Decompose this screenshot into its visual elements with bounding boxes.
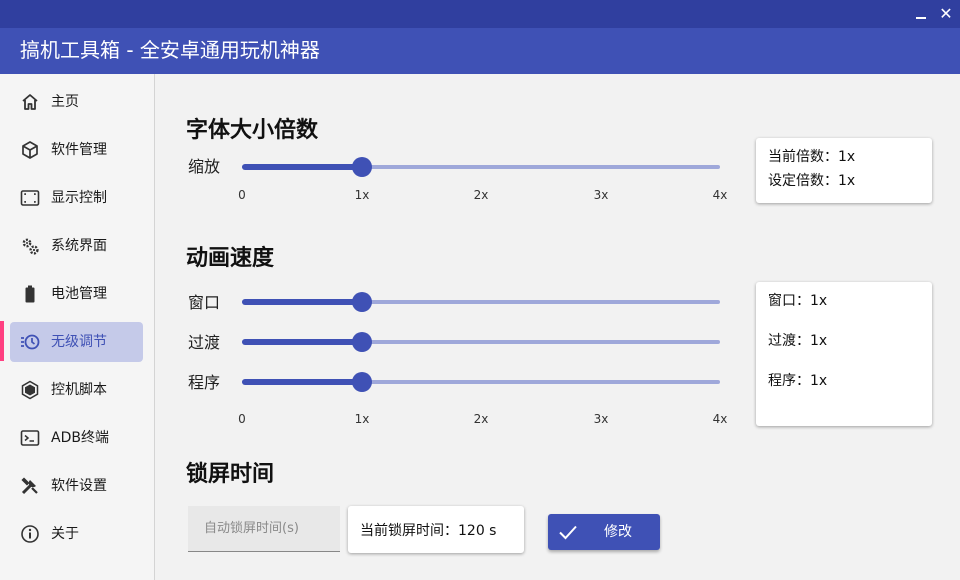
tick-label: 4x xyxy=(712,412,728,426)
tick-label: 0 xyxy=(238,412,246,426)
window-speed-text: 窗口：1x xyxy=(768,293,828,309)
window-animation-slider[interactable] xyxy=(242,290,720,314)
tools-icon xyxy=(21,477,38,495)
sidebar-item-software[interactable]: 软件管理 xyxy=(10,130,143,170)
sidebar-item-adb-terminal[interactable]: ADB终端 xyxy=(10,418,143,458)
transition-animation-label: 过渡 xyxy=(188,333,221,352)
sidebar-item-label: 显示控制 xyxy=(51,190,107,206)
slider-thumb[interactable] xyxy=(352,157,372,177)
tick-label: 2x xyxy=(473,412,489,426)
slider-thumb[interactable] xyxy=(352,372,372,392)
slider-fill xyxy=(242,339,362,345)
info-icon xyxy=(21,525,39,543)
window-animation-label: 窗口 xyxy=(188,293,221,312)
transition-animation-slider[interactable] xyxy=(242,330,720,354)
lock-screen-title: 锁屏时间 xyxy=(186,462,275,487)
tick-label: 3x xyxy=(593,188,609,202)
sidebar-item-stepless-adjust[interactable]: 无级调节 xyxy=(10,322,143,362)
modify-button-label: 修改 xyxy=(604,524,632,540)
font-scale-title: 字体大小倍数 xyxy=(186,118,319,143)
modify-button[interactable]: 修改 xyxy=(548,514,660,550)
sidebar-item-label: 关于 xyxy=(51,526,79,542)
tick-label: 0 xyxy=(238,188,246,202)
minimize-icon[interactable] xyxy=(910,4,932,24)
terminal-icon xyxy=(20,430,40,446)
font-scale-info-card: 当前倍数：1x 设定倍数：1x xyxy=(756,138,932,203)
tick-label: 1x xyxy=(354,412,370,426)
program-animation-slider[interactable] xyxy=(242,370,720,394)
animation-ticks: 0 1x 2x 3x 4x xyxy=(238,411,727,427)
font-scale-slider-label: 缩放 xyxy=(188,157,221,176)
sidebar-item-about[interactable]: 关于 xyxy=(10,514,143,554)
clock-speed-icon xyxy=(21,334,40,350)
tick-label: 1x xyxy=(354,188,370,202)
app-title: 搞机工具箱 - 全安卓通用玩机神器 xyxy=(20,38,320,62)
window-top-strip xyxy=(0,0,960,28)
animation-speed-title: 动画速度 xyxy=(186,246,275,271)
active-indicator xyxy=(0,321,4,361)
home-icon xyxy=(22,94,38,110)
close-icon[interactable]: ✕ xyxy=(935,4,957,24)
sidebar-item-scripts[interactable]: 控机脚本 xyxy=(10,370,143,410)
slider-fill xyxy=(242,299,362,305)
sidebar-item-label: 系统界面 xyxy=(51,238,107,254)
sidebar-item-display[interactable]: 显示控制 xyxy=(10,178,143,218)
tick-label: 3x xyxy=(593,412,609,426)
font-scale-ticks: 0 1x 2x 3x 4x xyxy=(238,187,727,203)
font-scale-slider[interactable] xyxy=(242,155,720,179)
sidebar-item-label: 控机脚本 xyxy=(51,382,107,398)
animation-info-card: 窗口：1x 过渡：1x 程序：1x xyxy=(756,282,932,426)
sidebar-item-label: 主页 xyxy=(51,94,79,110)
sidebar-item-home[interactable]: 主页 xyxy=(10,82,143,122)
gears-icon xyxy=(22,238,39,255)
sidebar-item-label: 软件设置 xyxy=(51,478,107,494)
set-scale-text: 设定倍数：1x xyxy=(768,173,856,189)
tick-label: 2x xyxy=(473,188,489,202)
current-scale-text: 当前倍数：1x xyxy=(768,149,856,165)
program-animation-label: 程序 xyxy=(188,373,221,392)
slider-thumb[interactable] xyxy=(352,332,372,352)
current-lock-time-text: 当前锁屏时间：120 s xyxy=(360,523,497,539)
current-lock-time-card: 当前锁屏时间：120 s xyxy=(348,506,524,553)
sidebar-item-label: 电池管理 xyxy=(51,286,107,302)
program-speed-text: 程序：1x xyxy=(768,373,828,389)
sidebar-item-label: 无级调节 xyxy=(51,334,107,350)
sidebar: 主页 软件管理 显示控制 系统界面 电池管理 无级调节 控机脚本 ADB终端 软… xyxy=(0,74,155,580)
check-icon xyxy=(559,525,577,540)
hexagon-icon xyxy=(21,380,39,400)
screen-frame-icon xyxy=(20,190,40,206)
slider-fill xyxy=(242,164,362,170)
title-bar: ✕ 搞机工具箱 - 全安卓通用玩机神器 xyxy=(0,0,960,74)
sidebar-item-battery[interactable]: 电池管理 xyxy=(10,274,143,314)
transition-speed-text: 过渡：1x xyxy=(768,333,828,349)
sidebar-item-settings[interactable]: 软件设置 xyxy=(10,466,143,506)
lock-time-placeholder: 自动锁屏时间(s) xyxy=(204,521,299,536)
slider-thumb[interactable] xyxy=(352,292,372,312)
package-icon xyxy=(22,141,38,159)
lock-time-input[interactable]: 自动锁屏时间(s) xyxy=(188,506,340,552)
slider-fill xyxy=(242,379,362,385)
sidebar-item-label: ADB终端 xyxy=(51,430,109,446)
sidebar-item-label: 软件管理 xyxy=(51,142,107,158)
sidebar-item-system-ui[interactable]: 系统界面 xyxy=(10,226,143,266)
battery-icon xyxy=(25,285,35,303)
tick-label: 4x xyxy=(712,188,728,202)
